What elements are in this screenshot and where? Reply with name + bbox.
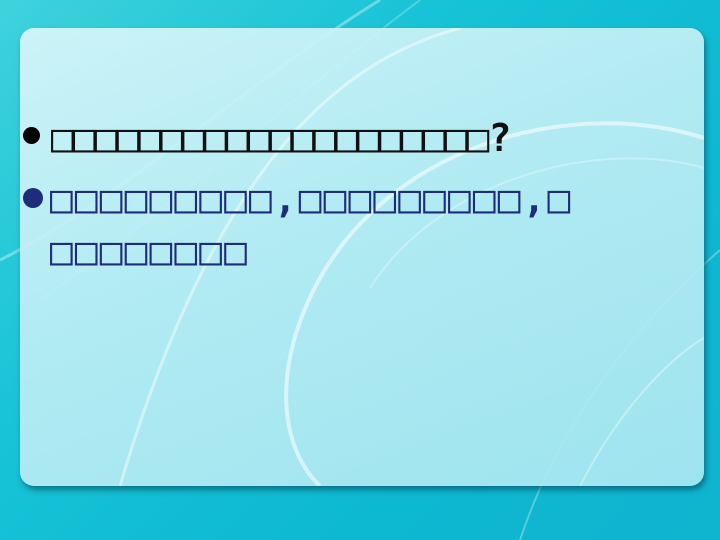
bullet-dot-1 — [23, 127, 40, 144]
bullet-text-2-line-1: □□□□□□□□□,□□□□□□□□□,□ — [50, 177, 573, 221]
bullet-text-1: □□□□□□□□□□□□□□□□□□□□? — [51, 116, 511, 160]
bullet-text-2-line-2: □□□□□□□□ — [50, 229, 250, 273]
bullet-dot-2 — [23, 188, 43, 208]
